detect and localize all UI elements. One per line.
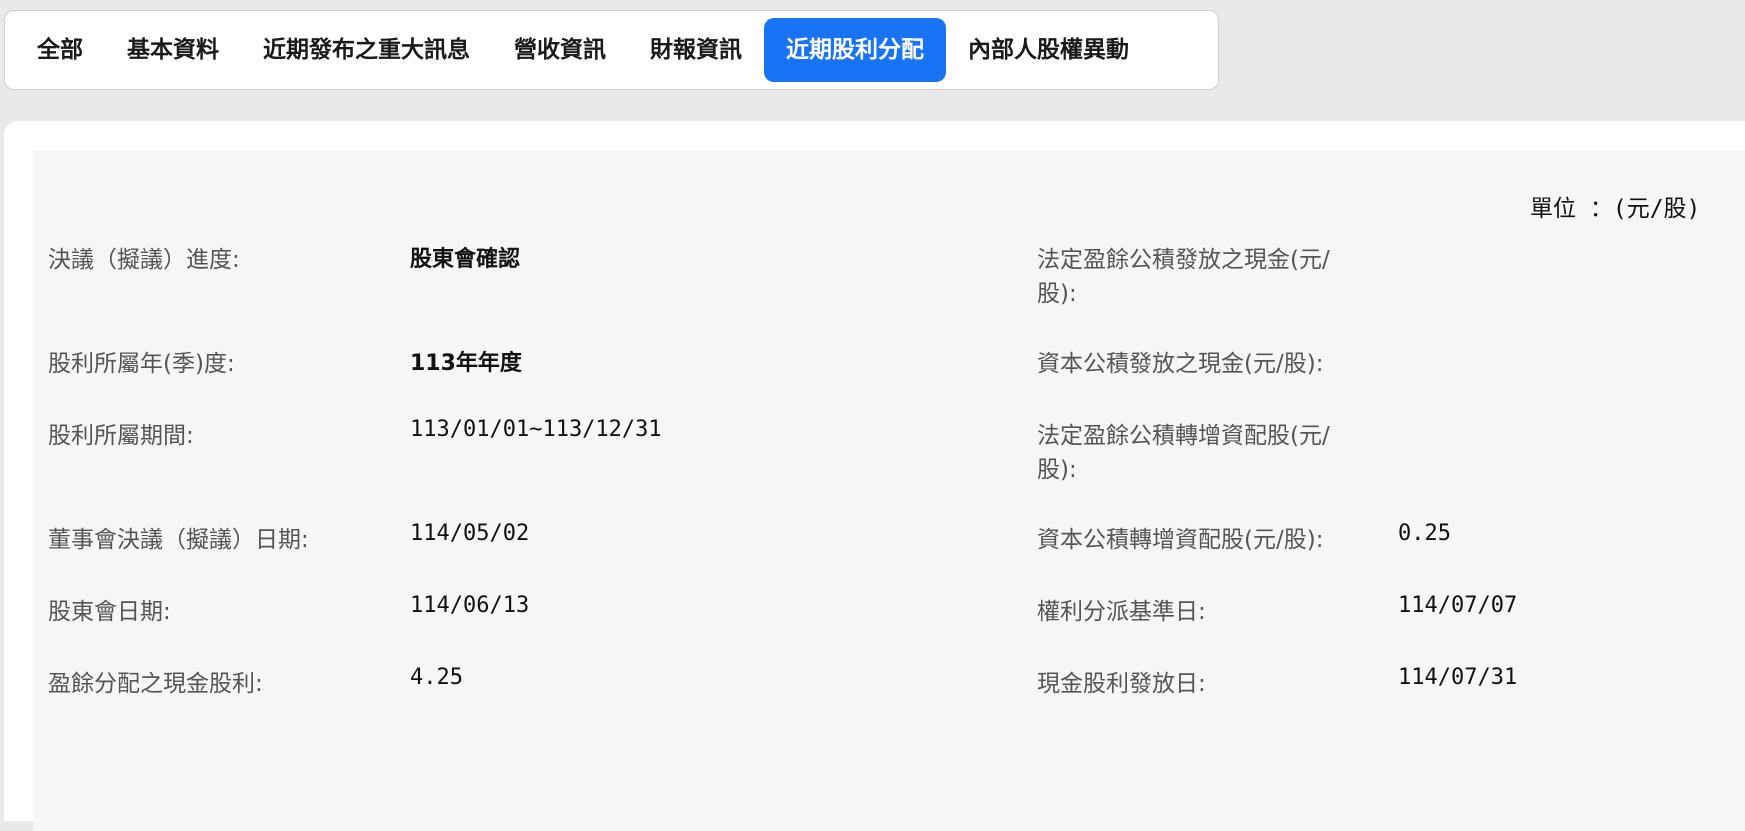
board-date-label: 董事會決議（擬議）日期: <box>48 527 309 553</box>
shareholder-meeting-date-value: 114/06/13 <box>410 593 530 618</box>
tab-basic-info[interactable]: 基本資料 <box>105 18 241 82</box>
tab-bar: 全部 基本資料 近期發布之重大訊息 營收資訊 財報資訊 近期股利分配 內部人股權… <box>4 10 1219 90</box>
dividend-year-value: 113年年度 <box>410 351 522 376</box>
cash-payment-date-value: 114/07/31 <box>1398 665 1518 690</box>
cash-dividend-label: 盈餘分配之現金股利: <box>48 671 263 697</box>
cash-dividend-value: 4.25 <box>410 665 463 690</box>
shareholder-meeting-date-label: 股東會日期: <box>48 599 171 625</box>
tab-revenue[interactable]: 營收資訊 <box>492 18 628 82</box>
legal-reserve-cash-label: 法定盈餘公積發放之現金(元/股): <box>1037 247 1330 307</box>
tab-all[interactable]: 全部 <box>15 18 105 82</box>
capital-reserve-stock-value: 0.25 <box>1398 521 1451 546</box>
dividend-card: 單位 ：(元/股) 決議（擬議）進度: 股東會確認 法定盈餘公積發放之現金(元/… <box>33 151 1745 831</box>
legal-reserve-stock-label: 法定盈餘公積轉增資配股(元/股): <box>1037 423 1330 483</box>
cash-payment-date-label: 現金股利發放日: <box>1037 671 1206 697</box>
resolution-progress-value: 股東會確認 <box>410 247 521 272</box>
dividend-period-label: 股利所屬期間: <box>48 423 194 449</box>
capital-reserve-stock-label: 資本公積轉增資配股(元/股): <box>1037 527 1324 553</box>
capital-reserve-cash-label: 資本公積發放之現金(元/股): <box>1037 351 1324 377</box>
dividend-year-label: 股利所屬年(季)度: <box>48 351 235 377</box>
record-date-value: 114/07/07 <box>1398 593 1518 618</box>
unit-label: 單位 ：(元/股) <box>1530 196 1701 222</box>
tab-material-news[interactable]: 近期發布之重大訊息 <box>241 18 492 82</box>
record-date-label: 權利分派基準日: <box>1037 599 1206 625</box>
tab-insider-holdings[interactable]: 內部人股權異動 <box>946 18 1151 82</box>
content-panel: 單位 ：(元/股) 決議（擬議）進度: 股東會確認 法定盈餘公積發放之現金(元/… <box>4 121 1745 831</box>
tab-financial-report[interactable]: 財報資訊 <box>628 18 764 82</box>
resolution-progress-label: 決議（擬議）進度: <box>48 247 240 273</box>
dividend-period-value: 113/01/01~113/12/31 <box>410 417 662 442</box>
tab-dividend[interactable]: 近期股利分配 <box>764 18 946 82</box>
board-date-value: 114/05/02 <box>410 521 530 546</box>
